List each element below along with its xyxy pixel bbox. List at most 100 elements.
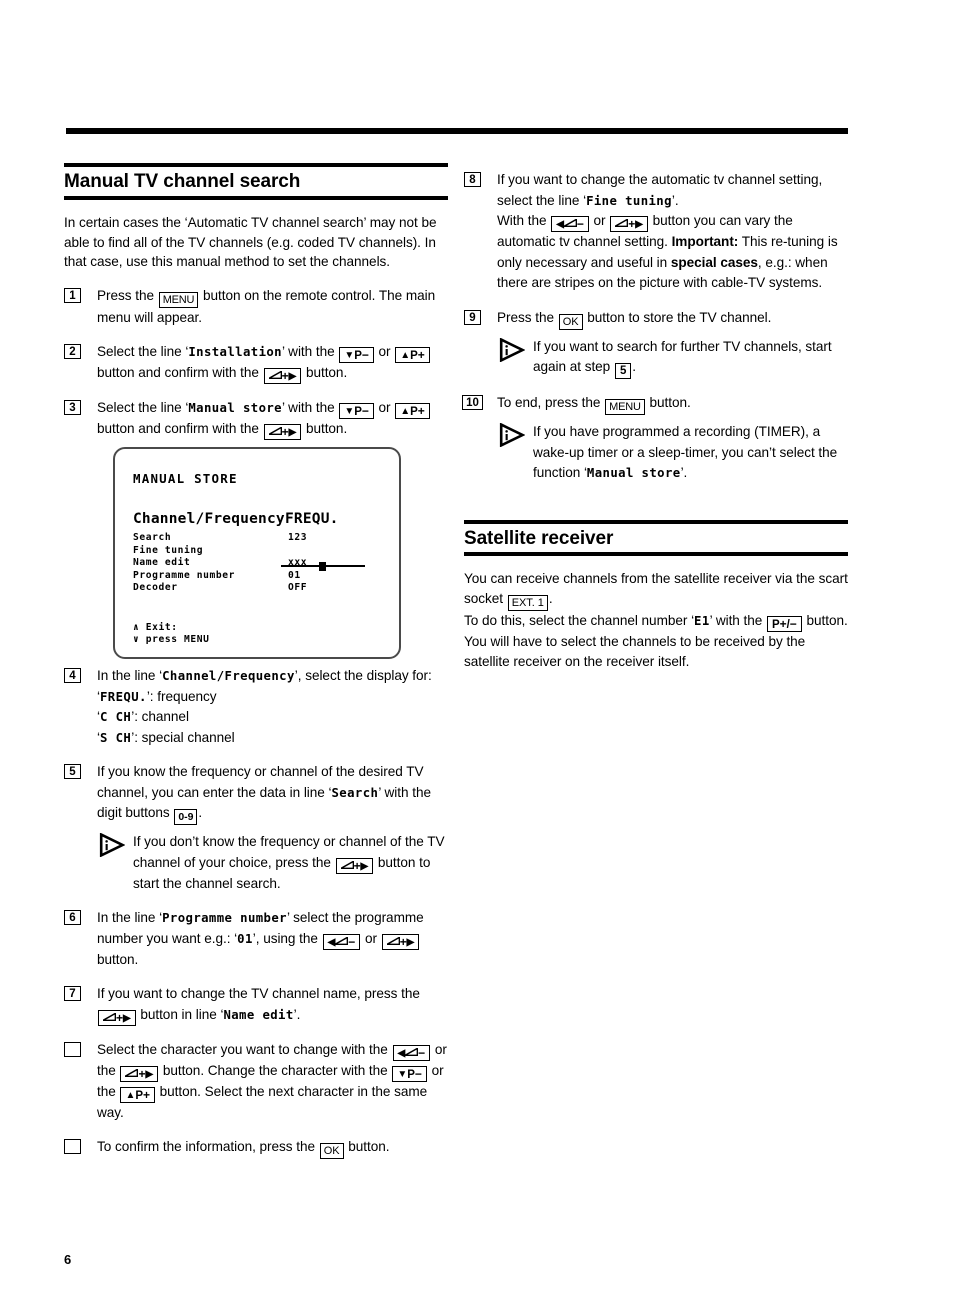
osd-row-name-edit[interactable]: Name edit xxx (133, 557, 307, 570)
manual-tv-channel-search-heading: Manual TV channel search (64, 163, 454, 200)
heading-rule-bottom (464, 552, 848, 557)
volume-triangle-icon (265, 370, 282, 380)
ok-key[interactable]: OK (319, 1143, 344, 1160)
step-4-opt1-desc: : frequency (149, 688, 217, 704)
bullet-1-text-a: Select the character you want to change … (97, 1041, 392, 1057)
volume-up-right-key[interactable]: +▶ (610, 216, 648, 232)
osd-row-label: Fine tuning (133, 544, 204, 556)
step-3-text-c: or (374, 400, 395, 416)
volume-up-right-key[interactable]: +▶ (263, 424, 302, 441)
step-7: 7 If you want to change the TV channel n… (64, 984, 454, 1026)
volume-down-left-key[interactable]: ◀ − (392, 1044, 431, 1061)
ok-key[interactable]: OK (558, 313, 583, 330)
step-7-text-a: If you want to change the TV channel nam… (97, 986, 420, 1002)
important-label: Important: (671, 234, 739, 249)
menu-key[interactable]: MENU (605, 399, 645, 415)
satellite-text-c: To do this, select the channel number ‘ (464, 613, 695, 629)
step-number: 10 (462, 395, 483, 410)
step-9-note-body: If you want to search for further TV cha… (533, 337, 854, 379)
bullet-2-text-b: button. (344, 1139, 390, 1155)
osd-row-fine-tuning[interactable]: Fine tuning (133, 544, 365, 571)
volume-up-right-key[interactable]: +▶ (98, 1009, 136, 1026)
step-10-note-text-b: ’. (680, 465, 688, 480)
empty-checkbox[interactable] (64, 1041, 81, 1057)
step-10-body: To end, press the MENU button. (497, 393, 854, 415)
step-6-text-d: or (361, 930, 381, 946)
option-s-ch: S CH (99, 730, 132, 745)
p-plus-minus-key[interactable]: P+/− (767, 616, 802, 633)
bullet-1-text-c: button. Change the character with the (159, 1062, 392, 1078)
step-reference-key[interactable]: 5 (614, 363, 632, 379)
volume-up-right-key[interactable]: +▶ (335, 857, 374, 874)
volume-up-right-key[interactable]: +▶ (120, 1065, 159, 1082)
osd-row-programme-number[interactable]: Programme number 01 (133, 570, 300, 583)
intro-paragraph: In certain cases the ‘Automatic TV chann… (64, 214, 437, 270)
p-up-key[interactable]: ▲P+ (395, 347, 430, 364)
step-7-text-c: ’. (293, 1006, 301, 1022)
ext1-socket-key[interactable]: EXT. 1 (507, 595, 548, 612)
osd-row-label: Decoder (133, 582, 178, 594)
p-down-key[interactable]: ▼P− (339, 403, 374, 420)
menu-key[interactable]: MENU (158, 291, 199, 308)
step-2: 2 Select the line ‘Installation’ with th… (64, 342, 454, 385)
p-up-key[interactable]: ▲P+ (395, 403, 430, 420)
value-01: 01 (237, 931, 253, 946)
osd-row-value: 01 (288, 569, 301, 581)
bullet-1-body: Select the character you want to change … (97, 1040, 454, 1124)
osd-main-row-value: FREQU. (285, 511, 339, 527)
volume-up-right-key[interactable]: +▶ (381, 933, 420, 950)
step-9-note-text-a: If you want to search for further TV cha… (533, 338, 832, 375)
volume-down-left-key[interactable]: ◀ − (551, 216, 589, 232)
step-8-text-b: ’. (671, 192, 679, 208)
step-8: 8 If you want to change the automatic tv… (464, 170, 854, 294)
bullet-2-text-a: To confirm the information, press the (97, 1139, 319, 1155)
step-7-body: If you want to change the TV channel nam… (97, 984, 454, 1026)
step-9-text-a: Press the (497, 309, 558, 325)
menu-item-programme-number: Programme number (162, 911, 287, 926)
step-3-text-b: ’ with the (281, 400, 339, 416)
menu-item-name-edit: Name edit (223, 1007, 294, 1022)
osd-row-search[interactable]: Search 123 (133, 532, 307, 545)
menu-item-search: Search (331, 785, 379, 800)
p-up-key[interactable]: ▲P+ (120, 1086, 155, 1103)
step-4-text-b: ’, select the display for: (294, 668, 432, 684)
digit-keys[interactable]: 0-9 (174, 809, 198, 826)
step-number: 8 (464, 172, 481, 187)
heading-rule-top (464, 519, 848, 524)
satellite-paragraph: You can receive channels from the satell… (464, 569, 854, 671)
volume-triangle-icon (383, 935, 400, 945)
step-9: 9 Press the OK button to store the TV ch… (464, 308, 854, 379)
step-6-text-a: In the line ‘ (97, 910, 163, 926)
menu-item-manual-store: Manual store (586, 466, 681, 480)
step-number: 4 (64, 668, 81, 684)
osd-row-decoder[interactable]: Decoder OFF (133, 582, 307, 595)
p-down-key[interactable]: ▼P− (339, 347, 374, 364)
step-4-opt3-desc: : special channel (134, 729, 235, 745)
volume-down-left-key[interactable]: ◀ − (322, 933, 361, 950)
step-4-body: In the line ‘Channel/Frequency’, select … (97, 666, 454, 748)
info-triangle-icon (99, 832, 126, 858)
volume-up-right-key[interactable]: +▶ (263, 368, 302, 385)
step-3: 3 Select the line ‘Manual store’ with th… (64, 398, 454, 441)
step-10-note: If you have programmed a recording (TIME… (497, 422, 854, 484)
osd-main-row[interactable]: Channel/Frequency FREQU. (133, 511, 338, 527)
satellite-title: Satellite receiver (464, 527, 614, 549)
slider-knob[interactable] (319, 561, 326, 571)
heading-rule-top (64, 163, 448, 167)
manual-page: Manual TV channel search In certain case… (0, 0, 954, 1302)
option-frequ: FREQU. (99, 689, 147, 704)
step-9-text-b: button to store the TV channel. (583, 309, 772, 325)
menu-item-fine-tuning: Fine tuning (586, 193, 672, 208)
step-9-body: Press the OK button to store the TV chan… (497, 308, 854, 330)
step-10-text-b: button. (645, 395, 691, 410)
channel-e1: E1 (694, 614, 710, 629)
step-4-opt2-desc: : channel (134, 709, 189, 725)
p-down-key[interactable]: ▼P− (392, 1065, 427, 1082)
step-1-body: Press the MENU button on the remote cont… (97, 286, 454, 329)
osd-rows: Search 123 Fine tuning Name edit xxx Pro… (133, 532, 365, 595)
info-triangle-icon (499, 337, 526, 362)
empty-checkbox[interactable] (64, 1139, 81, 1155)
volume-triangle-icon (560, 218, 577, 228)
osd-exit-line-2: ∨ press MENU (133, 634, 210, 646)
step-9-note-text-b: . (632, 359, 637, 374)
